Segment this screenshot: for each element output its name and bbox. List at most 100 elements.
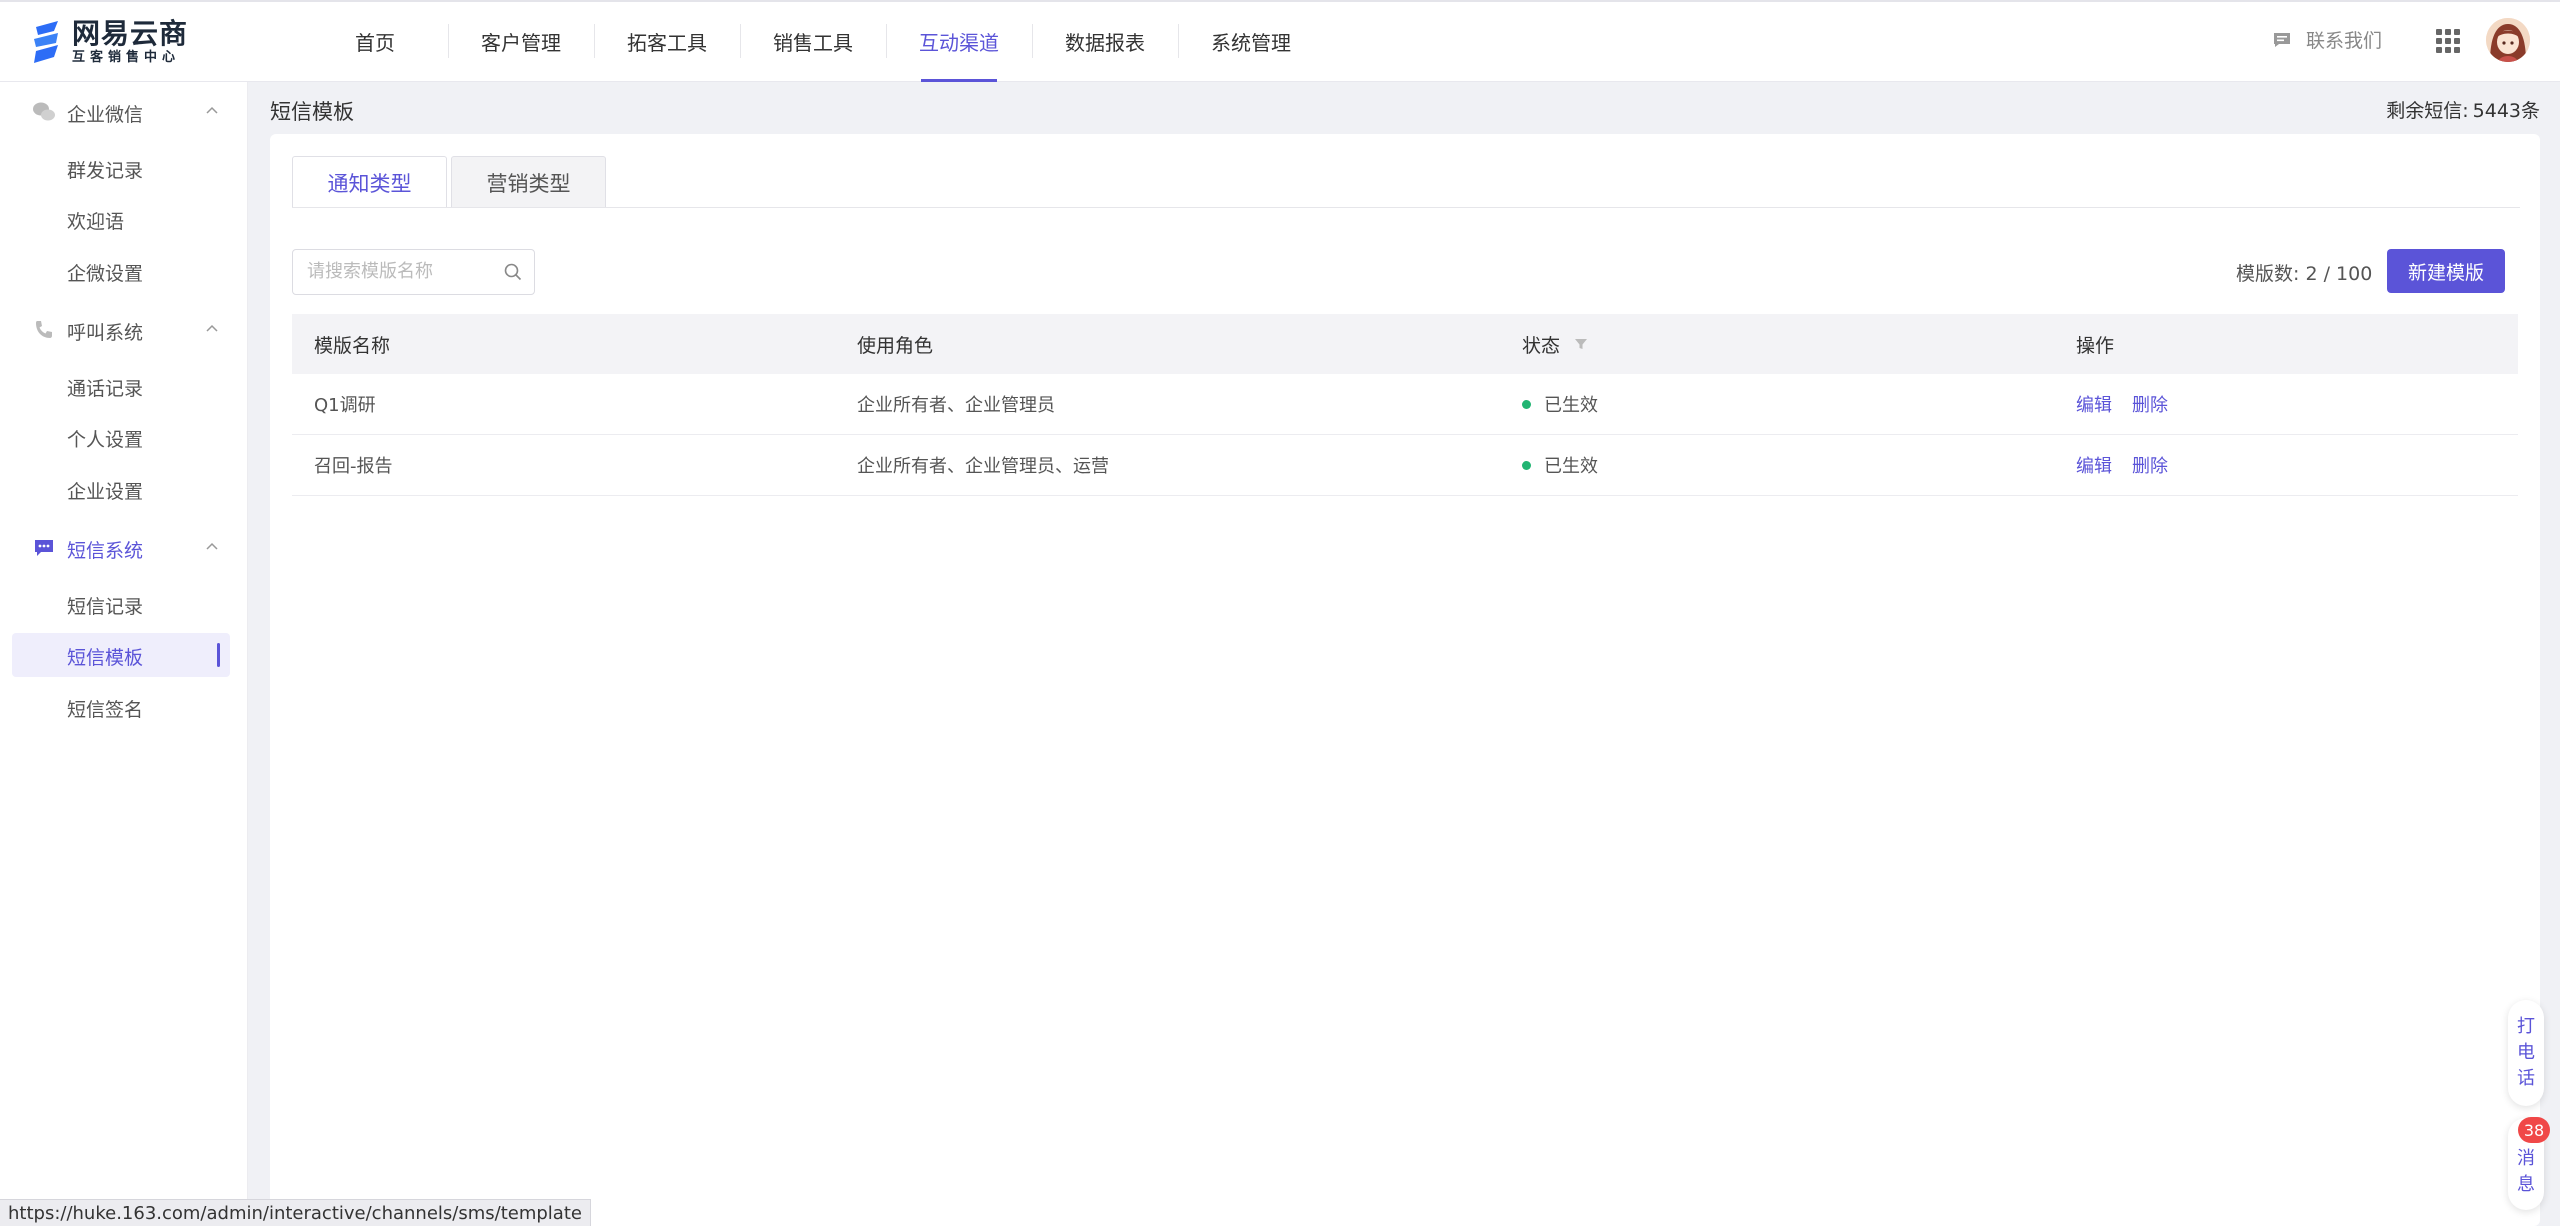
sms-icon [35,540,53,556]
call-char: 打 [2517,1016,2535,1037]
sidebar-group-label: 呼叫系统 [67,322,144,344]
sidebar-group-label: 企业微信 [67,104,144,126]
template-status: 已生效 [1522,452,1598,478]
sidebar-group-wecom[interactable]: 企业微信 [0,86,248,138]
message-count-badge: 38 [2518,1117,2550,1143]
grid-apps-icon[interactable] [2436,29,2460,53]
sidebar-item-broadcast-records[interactable]: 群发记录 [12,146,230,190]
sidebar-item-sms-signatures[interactable]: 短信签名 [12,685,230,729]
call-char: 话 [2517,1068,2535,1089]
message-char: 消 [2517,1148,2535,1169]
column-header-status: 状态 [1522,331,1588,358]
sidebar-item-sms-templates[interactable]: 短信模板 [12,633,230,677]
search-box [292,249,535,295]
template-type-tabs: 通知类型 营销类型 [292,156,610,208]
edit-link[interactable]: 编辑 [2076,391,2112,417]
template-count-value: 2 / 100 [2305,263,2373,285]
sms-remaining-label: 剩余短信: [2386,100,2469,122]
sidebar-item-label: 欢迎语 [67,211,125,233]
chevron-up-icon [206,324,218,332]
template-roles: 企业所有者、企业管理员、运营 [857,456,1109,477]
sidebar-item-enterprise-settings[interactable]: 企业设置 [12,467,230,511]
logo-subtitle: 互客销售中心 [72,50,181,65]
sidebar-item-label: 个人设置 [67,429,144,451]
phone-icon [36,321,52,338]
sidebar-item-label: 短信模板 [67,647,144,669]
edit-link[interactable]: 编辑 [2076,452,2112,478]
user-avatar[interactable] [2486,18,2530,62]
contact-us-link[interactable]: 联系我们 [2272,26,2382,53]
content-card: 通知类型 营销类型 模版数: 2 / 100 新建模版 模版名称 使用角色 状态… [270,134,2540,1226]
nav-data-reports[interactable]: 数据报表 [1032,0,1178,82]
logo[interactable]: 网易云商 互客销售中心 [30,16,188,68]
sidebar-item-label: 通话记录 [67,378,144,400]
tab-notification[interactable]: 通知类型 [292,156,447,208]
sidebar-item-sms-records[interactable]: 短信记录 [12,582,230,626]
tab-marketing[interactable]: 营销类型 [451,156,606,208]
logo-title: 网易云商 [72,17,189,50]
tabs-divider [292,207,2520,208]
search-input[interactable] [307,261,497,282]
nav-home[interactable]: 首页 [302,0,448,82]
nav-customer-management[interactable]: 客户管理 [448,0,594,82]
sidebar-item-welcome-message[interactable]: 欢迎语 [12,197,230,241]
template-status: 已生效 [1522,391,1598,417]
status-dot [1522,399,1531,409]
row-actions: 编辑 删除 [2076,452,2188,478]
delete-link[interactable]: 删除 [2132,452,2168,478]
chat-icon [2274,32,2290,47]
template-name: 召回-报告 [314,456,393,477]
sidebar-item-wecom-settings[interactable]: 企微设置 [12,249,230,293]
new-template-button[interactable]: 新建模版 [2387,249,2505,293]
chevron-up-icon [206,542,218,550]
logo-mark-icon [34,21,58,63]
table-row: 召回-报告 企业所有者、企业管理员、运营 已生效 编辑 删除 [292,435,2518,496]
sidebar-item-label: 短信签名 [67,699,144,721]
nav-sales-tools[interactable]: 销售工具 [740,0,886,82]
main-nav: 首页 客户管理 拓客工具 销售工具 互动渠道 数据报表 系统管理 [302,0,1324,82]
template-table: 模版名称 使用角色 状态 操作 Q1调研 企业所有者、企业管理员 已生效 编辑 … [292,314,2518,496]
sidebar-group-sms-system[interactable]: 短信系统 [0,522,248,574]
column-header-actions: 操作 [2076,334,2115,357]
sms-remaining-value: 5443条 [2472,100,2540,122]
sidebar-item-label: 群发记录 [67,160,144,182]
sidebar: 企业微信 群发记录 欢迎语 企微设置 呼叫系统 通话记录 个人设置 企业设置 短… [0,82,248,1226]
sidebar-item-label: 企业设置 [67,481,144,503]
column-header-name: 模版名称 [314,334,391,357]
status-text: 已生效 [1544,395,1598,416]
status-text: 已生效 [1544,456,1598,477]
table-row: Q1调研 企业所有者、企业管理员 已生效 编辑 删除 [292,374,2518,435]
sms-remaining: 剩余短信: 5443条 [2386,96,2540,123]
sidebar-item-call-records[interactable]: 通话记录 [12,364,230,408]
nav-prospecting-tools[interactable]: 拓客工具 [594,0,740,82]
table-header: 模版名称 使用角色 状态 操作 [292,314,2518,374]
column-header-status-label: 状态 [1522,334,1561,357]
sidebar-group-label: 短信系统 [67,540,144,562]
template-roles: 企业所有者、企业管理员 [857,395,1055,416]
top-header: 网易云商 互客销售中心 首页 客户管理 拓客工具 销售工具 互动渠道 数据报表 … [0,0,2560,82]
sidebar-group-call-system[interactable]: 呼叫系统 [0,304,248,356]
page-title: 短信模板 [270,100,354,124]
row-actions: 编辑 删除 [2076,391,2188,417]
sidebar-item-personal-settings[interactable]: 个人设置 [12,415,230,459]
message-char: 息 [2517,1174,2535,1195]
sidebar-item-label: 企微设置 [67,263,144,285]
avatar-image [2486,18,2530,62]
contact-us-label: 联系我们 [2306,30,2383,52]
call-char: 电 [2517,1042,2535,1063]
filter-icon[interactable] [1574,337,1588,351]
call-float-button[interactable]: 打 电 话 [2508,1000,2544,1106]
template-name: Q1调研 [314,395,376,416]
template-count-label: 模版数: [2236,263,2300,285]
search-icon[interactable] [504,263,522,281]
status-dot [1522,460,1531,470]
nav-system-management[interactable]: 系统管理 [1178,0,1324,82]
chevron-up-icon [206,106,218,114]
template-count: 模版数: 2 / 100 [2236,259,2372,286]
wechat-bubbles-icon [33,102,55,121]
sidebar-item-label: 短信记录 [67,596,144,618]
delete-link[interactable]: 删除 [2132,391,2168,417]
column-header-roles: 使用角色 [857,334,934,357]
browser-status-url: https://huke.163.com/admin/interactive/c… [0,1199,591,1226]
nav-interactive-channels[interactable]: 互动渠道 [886,0,1032,82]
